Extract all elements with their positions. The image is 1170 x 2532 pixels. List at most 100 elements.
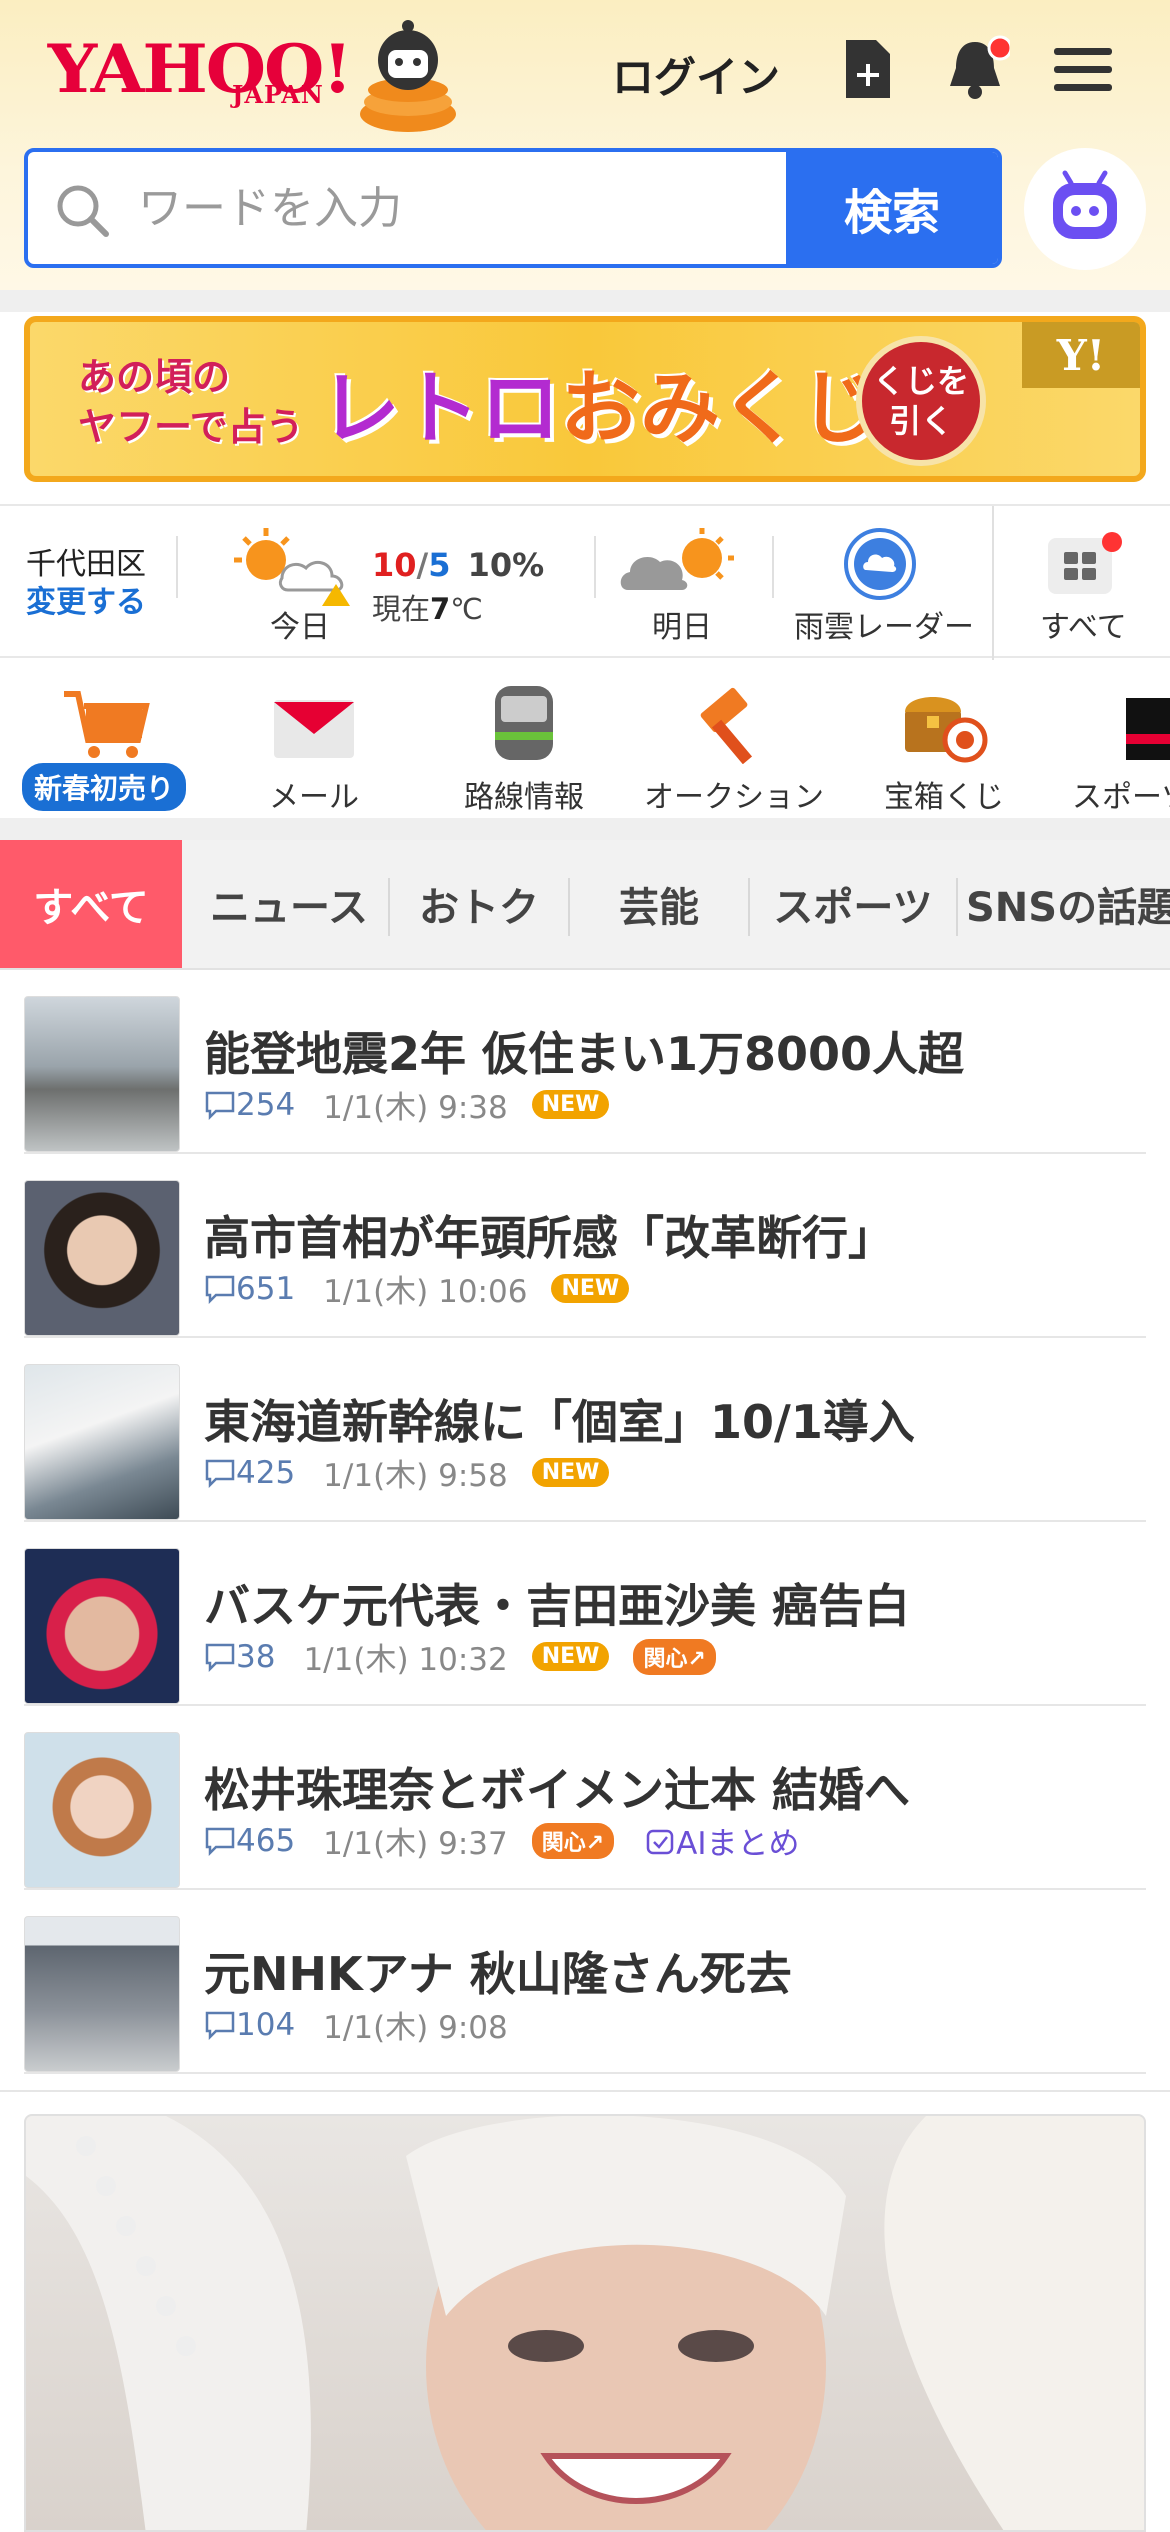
- treasure-icon: [905, 697, 988, 763]
- news-title: 松井珠理奈とボイメン辻本 結婚へ: [204, 1763, 911, 1817]
- gavel-icon: [700, 687, 753, 764]
- weather-all-label[interactable]: すべて: [1040, 602, 1127, 646]
- draw-lot-line2: 引く: [888, 402, 953, 440]
- separator: [0, 290, 1170, 312]
- transit-label: 路線情報: [464, 780, 584, 815]
- sports-label: スポーツ: [1072, 780, 1170, 815]
- now-temp: 7: [430, 592, 451, 626]
- menu-icon[interactable]: [1048, 34, 1118, 104]
- change-location-link[interactable]: 変更する: [26, 584, 146, 622]
- service-mail[interactable]: メール: [214, 674, 414, 816]
- temp-slash: /: [416, 546, 429, 584]
- news-meta: 254 1/1(木) 9:38 NEW: [204, 1082, 610, 1127]
- location-block[interactable]: 千代田区 変更する: [26, 546, 146, 622]
- news-time: 1/1(木) 9:37: [323, 1826, 508, 1862]
- news-list: 能登地震2年 仮住まい1万8000人超 254 1/1(木) 9:38 NEW …: [0, 970, 1170, 2090]
- interest-label: 関心: [541, 1830, 586, 1856]
- precip: 10%: [467, 546, 545, 584]
- draw-lot-button[interactable]: くじを 引く: [856, 336, 986, 466]
- divider: [772, 536, 774, 598]
- banner-title-retro: レトロ: [320, 362, 560, 455]
- banner-yahoo-badge: Y!: [1022, 322, 1140, 388]
- service-treasure[interactable]: 宝箱くじ: [844, 674, 1044, 816]
- comment-number: 254: [236, 1086, 296, 1123]
- grid-icon: [1048, 532, 1122, 594]
- search-input[interactable]: [138, 152, 798, 264]
- service-auction[interactable]: オークション: [634, 674, 834, 816]
- news-item[interactable]: 東海道新幹線に「個室」10/1導入 425 1/1(木) 9:58 NEW: [24, 1338, 1146, 1522]
- news-time: 1/1(木) 10:32: [303, 1642, 508, 1678]
- comment-count: 651: [204, 1271, 295, 1307]
- radar-icon: [844, 528, 916, 600]
- banner-subtitle: あの頃の ヤフーで占う: [78, 352, 304, 452]
- interest-badge: 関心↗: [531, 1822, 615, 1859]
- news-item[interactable]: 高市首相が年頭所感「改革断行」 651 1/1(木) 10:06 NEW: [24, 1154, 1146, 1338]
- portrait-image: [26, 2116, 1144, 2530]
- tab-all[interactable]: すべて: [0, 840, 182, 968]
- search-box: 検索: [24, 148, 1002, 268]
- current-temp: 現在7℃: [372, 586, 483, 628]
- comment-number: 465: [236, 1822, 296, 1859]
- news-meta: 425 1/1(木) 9:58 NEW: [204, 1450, 610, 1495]
- comment-count: 254: [204, 1087, 295, 1123]
- today-label: 今日: [270, 610, 330, 645]
- sports-icon: [1126, 698, 1170, 760]
- new-badge: NEW: [531, 1458, 610, 1487]
- today-temps: 10/5 10%: [372, 546, 544, 584]
- login-link[interactable]: ログイン: [612, 44, 780, 105]
- comment-icon: [205, 1827, 235, 1856]
- comment-count: 425: [204, 1455, 295, 1491]
- news-title: 東海道新幹線に「個室」10/1導入: [204, 1395, 915, 1449]
- search-button[interactable]: 検索: [786, 152, 998, 264]
- weather-bar: 千代田区 変更する 今日 10/5 10% 現在7℃ 明日 雨雲レーダー すべて: [0, 504, 1170, 660]
- service-sports[interactable]: スポーツ: [1054, 674, 1170, 816]
- treasure-label: 宝箱くじ: [884, 780, 1004, 815]
- low-temp: 5: [428, 546, 451, 584]
- comment-icon: [205, 2011, 235, 2040]
- banner-line2: ヤフーで占う: [78, 405, 304, 449]
- news-title: 高市首相が年頭所感「改革断行」: [204, 1211, 894, 1265]
- bell-icon[interactable]: [940, 34, 1010, 104]
- now-prefix: 現在: [372, 592, 431, 626]
- tab-entertainment[interactable]: 芸能: [570, 840, 748, 968]
- interest-badge: 関心↗: [633, 1638, 716, 1675]
- service-shopping[interactable]: 新春初売り: [4, 674, 204, 814]
- now-unit: ℃: [450, 592, 483, 626]
- ai-check-icon: [646, 1829, 674, 1854]
- comment-number: 104: [236, 2006, 296, 2043]
- new-badge: NEW: [551, 1274, 630, 1303]
- news-title: バスケ元代表・吉田亜沙美 癌告白: [204, 1579, 911, 1633]
- mail-label: メール: [269, 780, 359, 815]
- news-time: 1/1(木) 9:58: [323, 1458, 508, 1494]
- news-item[interactable]: 元NHKアナ 秋山隆さん死去 104 1/1(木) 9:08: [24, 1890, 1146, 2074]
- ai-summary-link[interactable]: AIまとめ: [644, 1818, 800, 1863]
- news-item[interactable]: 能登地震2年 仮住まい1万8000人超 254 1/1(木) 9:38 NEW: [24, 970, 1146, 1154]
- banner-line1: あの頃の: [78, 355, 231, 399]
- tab-news[interactable]: ニュース: [190, 840, 388, 968]
- cloud-sun-icon: [620, 528, 734, 590]
- separator: [0, 2090, 1170, 2112]
- new-doc-icon[interactable]: [832, 34, 902, 104]
- service-icons: 新春初売り メール 路線情報 オークション 宝箱くじ スポー: [0, 660, 1170, 818]
- draw-lot-line1: くじを: [872, 362, 969, 400]
- news-meta: 38 1/1(木) 10:32 NEW 関心↗: [204, 1634, 716, 1679]
- news-thumbnail: [24, 1180, 180, 1336]
- mail-icon: [274, 700, 354, 758]
- tab-deals[interactable]: おトク: [390, 840, 568, 968]
- comment-number: 651: [236, 1270, 296, 1307]
- ai-assistant-button[interactable]: [1024, 148, 1146, 270]
- news-item[interactable]: 松井珠理奈とボイメン辻本 結婚へ 465 1/1(木) 9:37 関心↗ AIま…: [24, 1706, 1146, 1890]
- comment-icon: [205, 1643, 235, 1672]
- feature-photo[interactable]: [24, 2114, 1146, 2532]
- news-meta: 104 1/1(木) 9:08: [204, 2002, 508, 2047]
- high-temp: 10: [372, 546, 417, 584]
- tab-sports[interactable]: スポーツ: [750, 840, 956, 968]
- omikuji-banner[interactable]: あの頃の ヤフーで占う レトロ おみくじ くじを 引く Y!: [24, 316, 1146, 482]
- rain-radar-label[interactable]: 雨雲レーダー: [794, 602, 974, 646]
- news-item[interactable]: バスケ元代表・吉田亜沙美 癌告白 38 1/1(木) 10:32 NEW 関心↗: [24, 1522, 1146, 1706]
- tab-sns[interactable]: SNSの話題: [966, 840, 1170, 968]
- service-transit[interactable]: 路線情報: [424, 674, 624, 816]
- comment-icon: [205, 1459, 235, 1488]
- tomorrow-label: 明日: [652, 610, 712, 645]
- auction-label: オークション: [644, 780, 824, 815]
